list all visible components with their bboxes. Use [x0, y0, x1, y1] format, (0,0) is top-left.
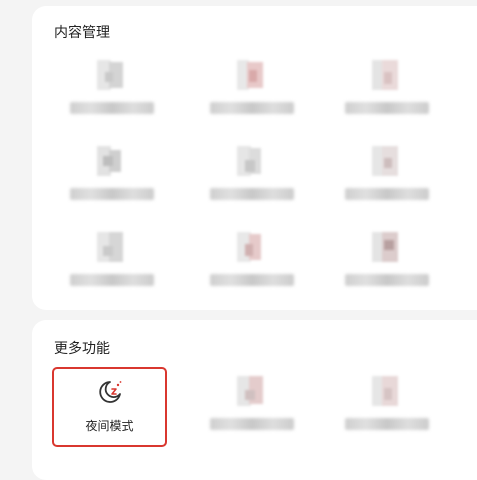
blurred-label [210, 102, 294, 114]
blurred-icon [372, 232, 402, 262]
content-item-7[interactable] [52, 232, 172, 302]
more-functions-card: 更多功能 夜间模式 [32, 320, 477, 480]
blurred-icon [97, 60, 127, 90]
content-item-5[interactable] [192, 146, 312, 216]
moon-icon [99, 381, 122, 403]
more-item-3[interactable] [327, 376, 447, 446]
blurred-label [70, 274, 154, 286]
blurred-label [70, 102, 154, 114]
blurred-label [345, 274, 429, 286]
blurred-icon [372, 376, 402, 406]
content-management-card: 内容管理 [32, 6, 477, 310]
blurred-label [210, 418, 294, 430]
more-item-2[interactable] [192, 376, 312, 446]
content-item-6[interactable] [327, 146, 447, 216]
content-item-4[interactable] [52, 146, 172, 216]
blurred-icon [372, 60, 402, 90]
content-item-9[interactable] [327, 232, 447, 302]
content-item-1[interactable] [52, 60, 172, 130]
blurred-icon [97, 146, 127, 176]
blurred-icon [237, 376, 267, 406]
content-item-8[interactable] [192, 232, 312, 302]
blurred-icon [237, 60, 267, 90]
section-title-more-functions: 更多功能 [54, 341, 110, 357]
blurred-icon [237, 232, 267, 262]
content-item-2[interactable] [192, 60, 312, 130]
blurred-icon [237, 146, 267, 176]
night-mode-label: 夜间模式 [85, 419, 134, 433]
blurred-icon [372, 146, 402, 176]
blurred-label [70, 188, 154, 200]
blurred-label [345, 418, 429, 430]
blurred-label [210, 188, 294, 200]
content-item-3[interactable] [327, 60, 447, 130]
blurred-label [345, 102, 429, 114]
section-title-content-management: 内容管理 [54, 25, 110, 41]
night-mode-button[interactable]: 夜间模式 [52, 367, 167, 447]
blurred-label [210, 274, 294, 286]
blurred-label [345, 188, 429, 200]
blurred-icon [97, 232, 127, 262]
